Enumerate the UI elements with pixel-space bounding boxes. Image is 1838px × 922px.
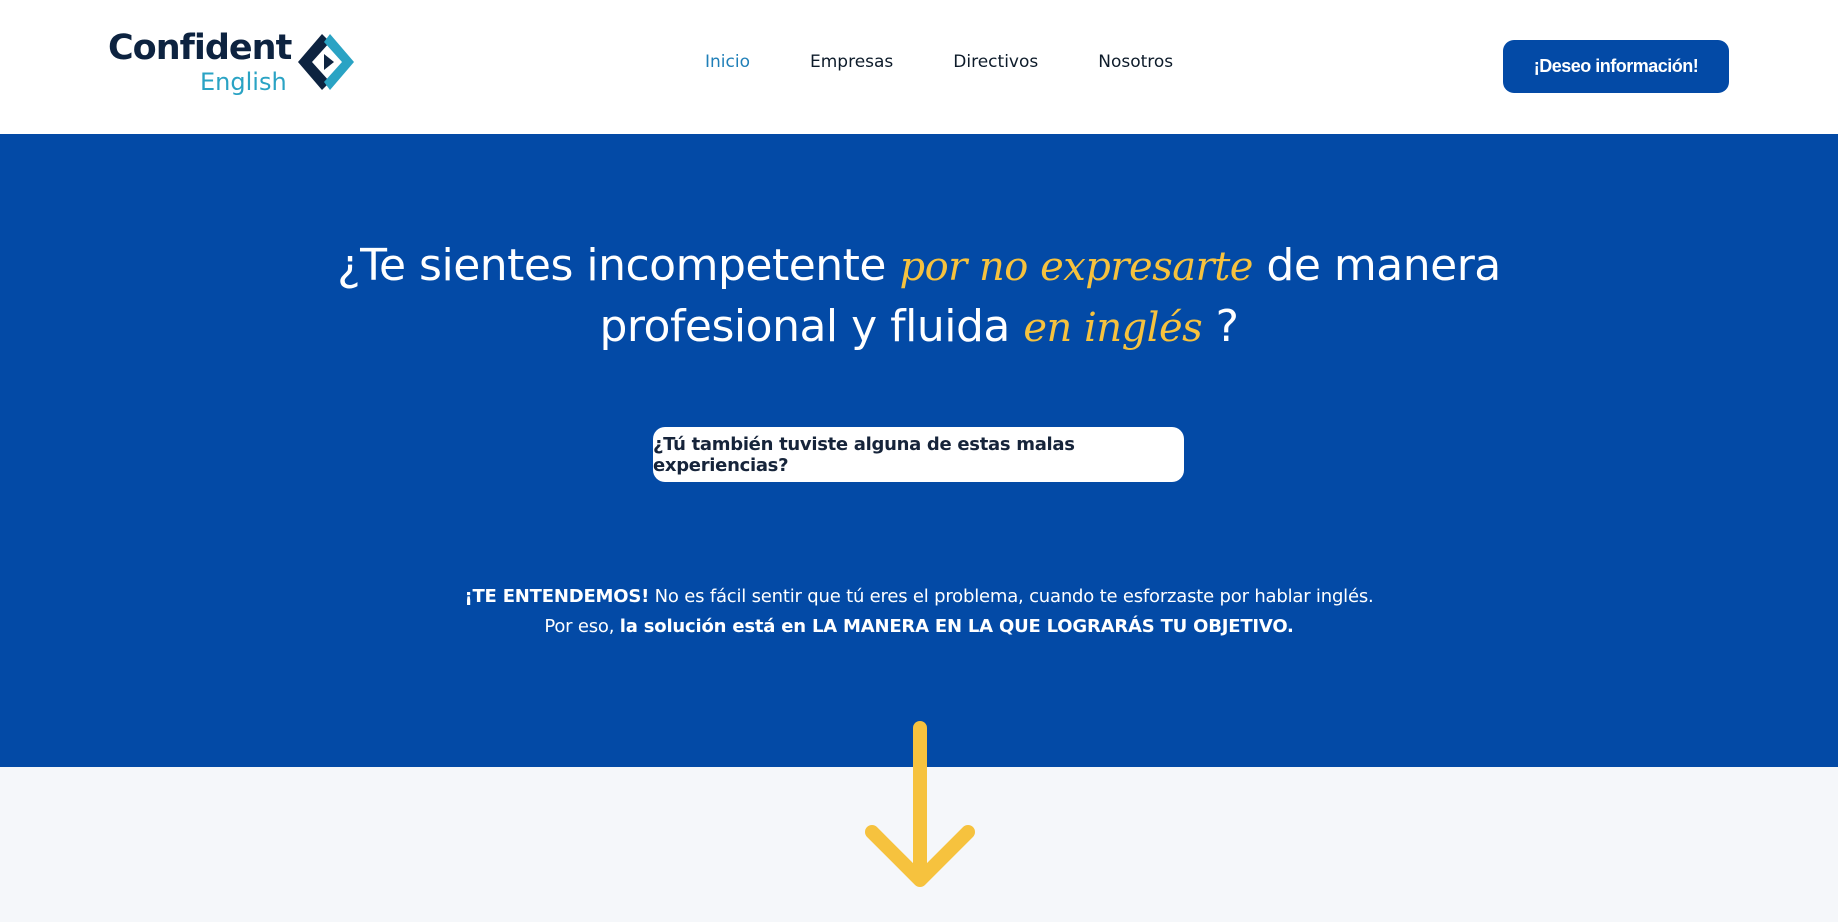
nav-item-directivos[interactable]: Directivos bbox=[953, 52, 1038, 72]
hero-title: ¿Te sientes incompetente por no expresar… bbox=[0, 236, 1838, 358]
hero-title-accent1: por no expresarte bbox=[899, 244, 1253, 290]
hero-title-part3: profesional y fluida bbox=[599, 301, 1024, 352]
hero-title-part1: ¿Te sientes incompetente bbox=[337, 240, 900, 291]
chevron-brackets-icon bbox=[298, 34, 354, 90]
logo-text-sub: English bbox=[200, 68, 287, 96]
hero-line2-prefix: Por eso, bbox=[544, 616, 620, 637]
site-header: Confident English Inicio Empresas Direct… bbox=[0, 0, 1838, 134]
main-nav: Inicio Empresas Directivos Nosotros bbox=[705, 52, 1173, 72]
hero-line2-bold: la solución está en LA MANERA EN LA QUE … bbox=[619, 616, 1294, 637]
hero-title-part4: ? bbox=[1202, 301, 1239, 352]
nav-item-inicio[interactable]: Inicio bbox=[705, 52, 750, 72]
logo-text-main: Confident bbox=[108, 28, 292, 68]
hero-line1-bold: ¡TE ENTENDEMOS! bbox=[464, 586, 650, 607]
arrow-down-icon[interactable] bbox=[862, 720, 978, 890]
hero-section: ¿Te sientes incompetente por no expresar… bbox=[0, 134, 1838, 767]
nav-item-empresas[interactable]: Empresas bbox=[810, 52, 893, 72]
nav-item-nosotros[interactable]: Nosotros bbox=[1098, 52, 1173, 72]
info-request-button[interactable]: ¡Deseo información! bbox=[1503, 40, 1729, 93]
hero-description: ¡TE ENTENDEMOS! No es fácil sentir que t… bbox=[0, 582, 1838, 642]
hero-title-part2: de manera bbox=[1252, 240, 1501, 291]
bad-experiences-button[interactable]: ¿Tú también tuviste alguna de estas mala… bbox=[653, 427, 1184, 482]
hero-line1-rest: No es fácil sentir que tú eres el proble… bbox=[649, 586, 1374, 607]
logo[interactable]: Confident English bbox=[108, 28, 358, 100]
hero-title-accent2: en inglés bbox=[1023, 305, 1203, 351]
